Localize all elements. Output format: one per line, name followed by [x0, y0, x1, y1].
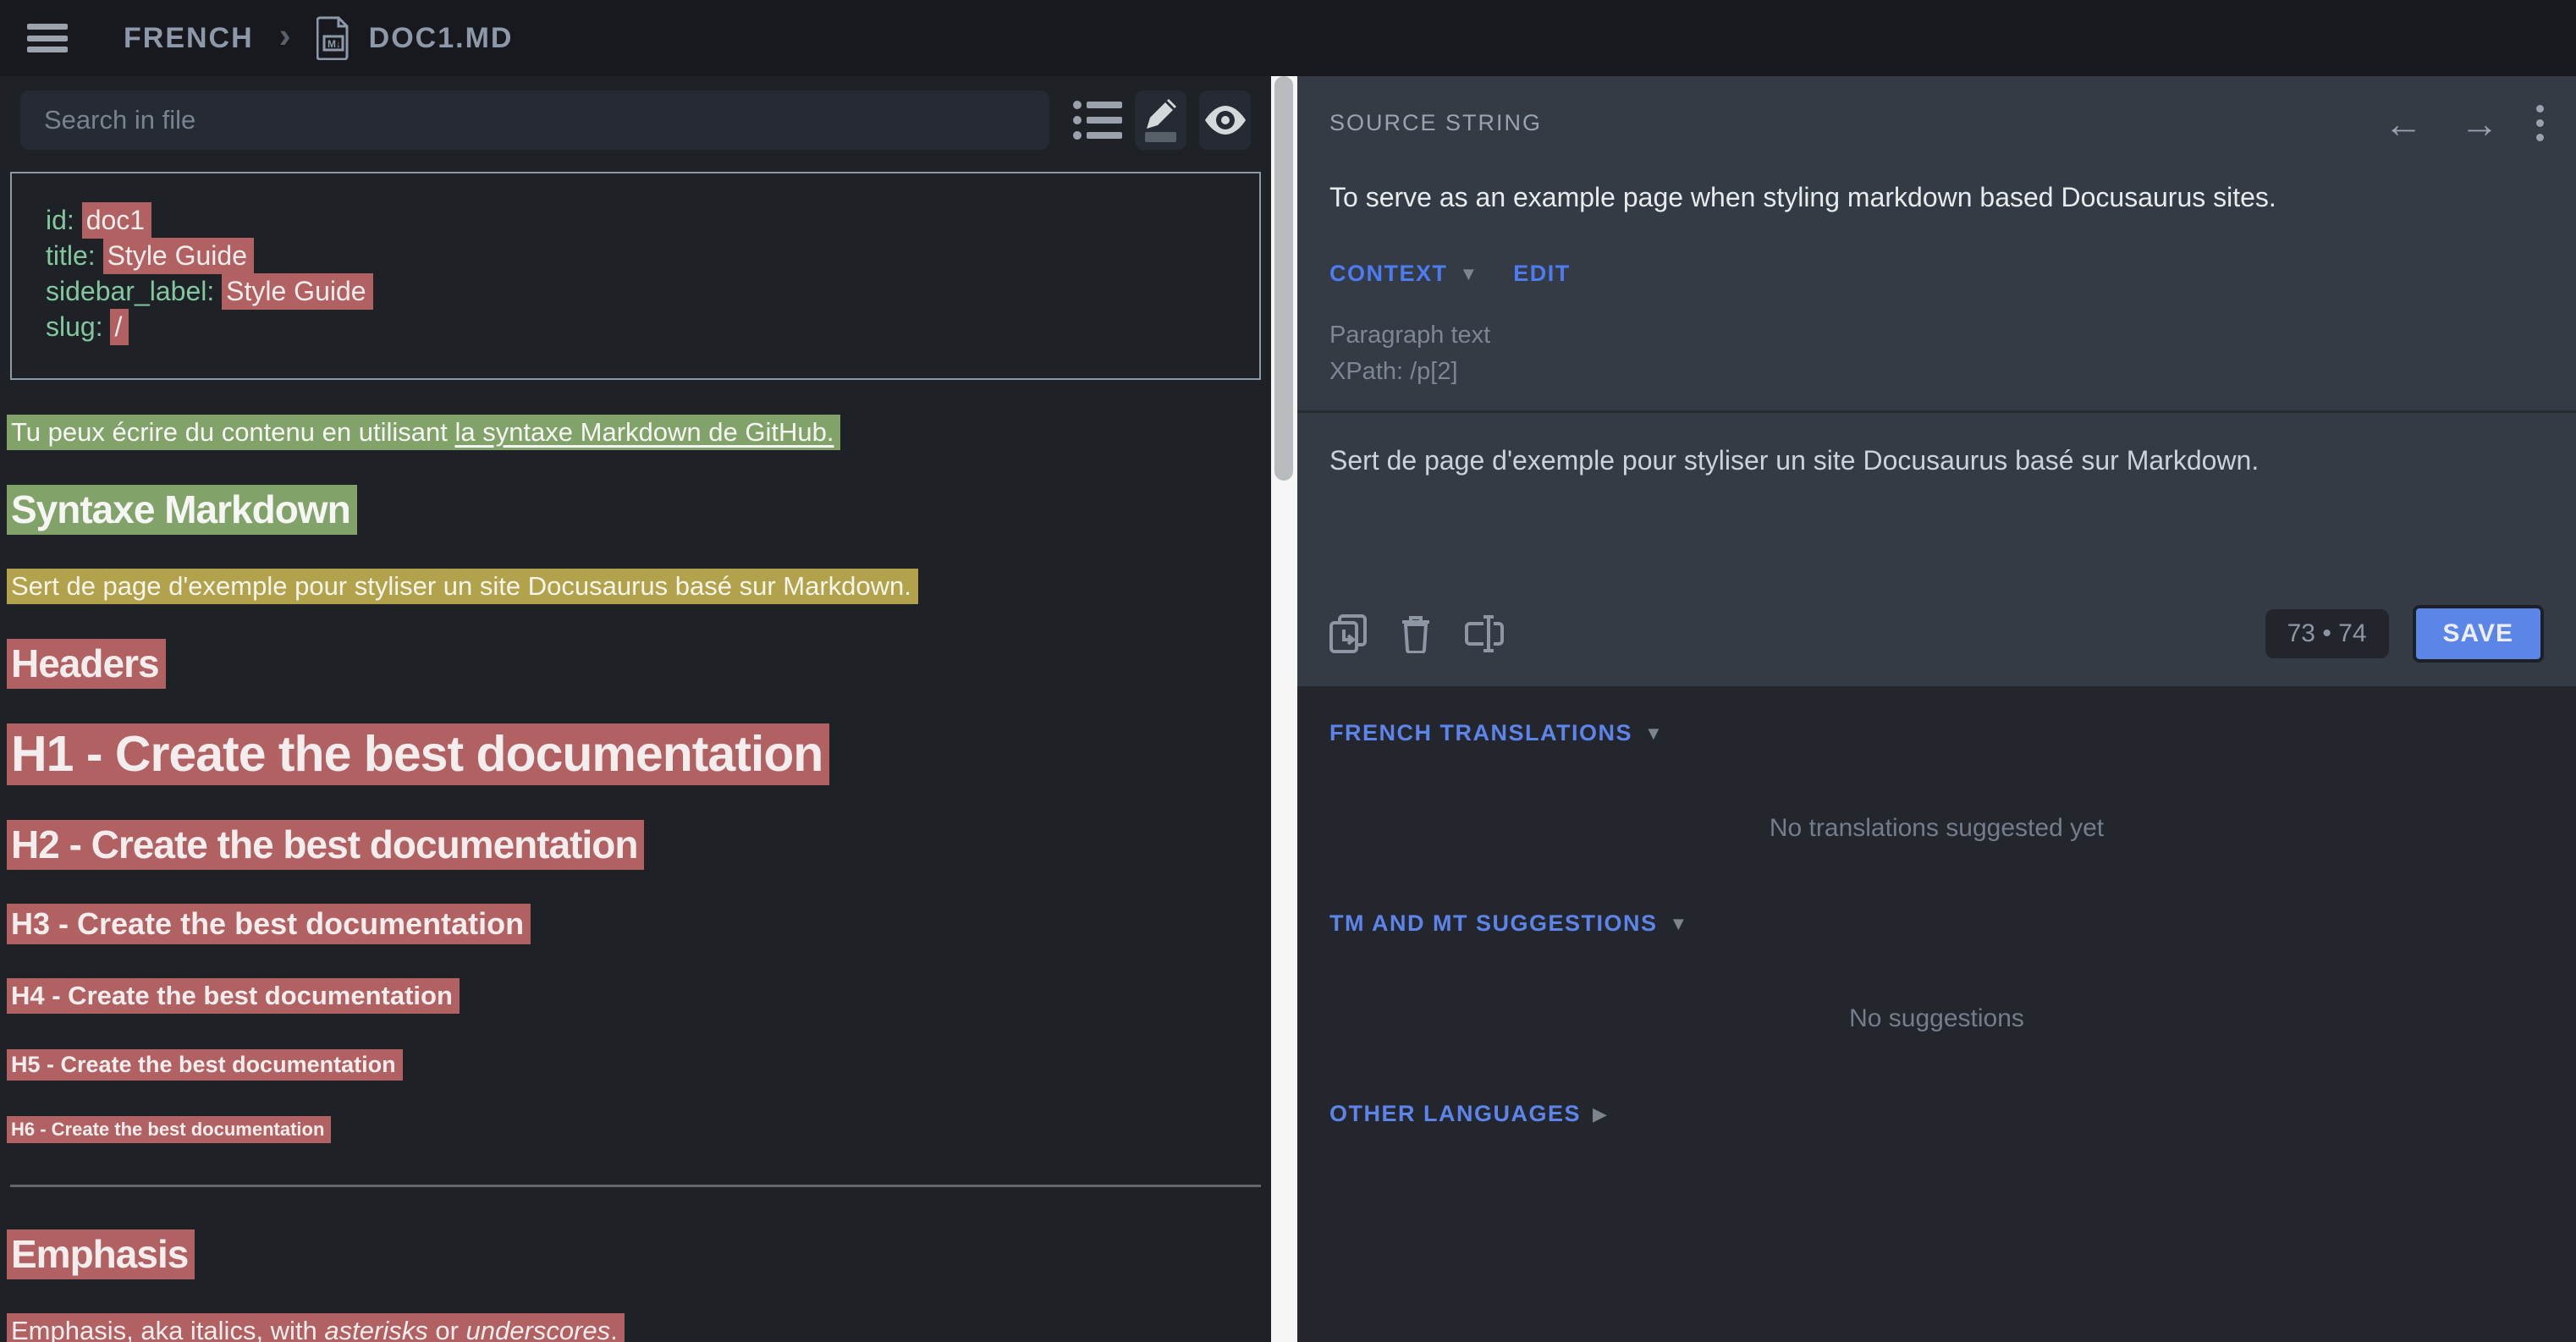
caret-right-icon: ▶	[1593, 1103, 1607, 1125]
french-translations-section[interactable]: FRENCH TRANSLATIONS ▼	[1329, 720, 2544, 746]
preview-mode-button[interactable]	[1199, 91, 1251, 150]
edit-context-link[interactable]: EDIT	[1513, 261, 1571, 287]
delete-translation-icon[interactable]	[1401, 614, 1431, 653]
frontmatter-box: id: doc1title: Style Guidesidebar_label:…	[10, 172, 1261, 380]
context-toggle[interactable]: CONTEXT	[1329, 261, 1448, 287]
breadcrumb: FRENCH › M↓ DOC1.MD	[124, 16, 513, 60]
file-preview-panel: id: doc1title: Style Guidesidebar_label:…	[0, 76, 1271, 1342]
rename-text-icon[interactable]	[1465, 615, 1507, 652]
doc-heading-string[interactable]: H2 - Create the best documentation	[7, 822, 1264, 867]
edit-mode-button[interactable]	[1135, 91, 1186, 150]
doc-paragraph-string[interactable]: Tu peux écrire du contenu en utilisant l…	[7, 417, 1264, 448]
tm-mt-suggestions-section[interactable]: TM AND MT SUGGESTIONS ▼	[1329, 910, 2544, 937]
doc-divider	[10, 1185, 1261, 1187]
doc-heading-string[interactable]: Emphasis	[7, 1231, 1264, 1277]
frontmatter-value-string[interactable]: /	[110, 309, 129, 345]
app-window: FRENCH › M↓ DOC1.MD	[0, 0, 2576, 1342]
document-preview: id: doc1title: Style Guidesidebar_label:…	[0, 150, 1271, 1342]
caret-down-icon: ▼	[1670, 913, 1688, 935]
document-blocks: Tu peux écrire du contenu en utilisant l…	[7, 417, 1264, 1342]
frontmatter-line: sidebar_label: Style Guide	[46, 273, 1225, 309]
doc-heading-string[interactable]: Headers	[7, 641, 1264, 686]
frontmatter-line: slug: /	[46, 309, 1225, 344]
active-tab-indicator	[1145, 132, 1176, 142]
next-string-icon[interactable]: →	[2460, 104, 2499, 143]
doc-heading-string[interactable]: H5 - Create the best documentation	[7, 1052, 1264, 1078]
context-xpath: XPath: /p[2]	[1329, 354, 2544, 390]
frontmatter-value-string[interactable]: Style Guide	[222, 273, 372, 310]
markdown-file-icon: M↓	[316, 16, 350, 60]
main-split: id: doc1title: Style Guidesidebar_label:…	[0, 76, 2576, 1342]
frontmatter-key: title:	[46, 240, 103, 271]
translation-input[interactable]: Sert de page d'exemple pour styliser un …	[1329, 413, 2544, 605]
frontmatter-value-string[interactable]: Style Guide	[103, 238, 254, 274]
copy-source-icon[interactable]	[1329, 614, 1367, 653]
frontmatter-value-string[interactable]: doc1	[82, 202, 151, 239]
chevron-right-icon: ›	[279, 18, 291, 58]
doc-heading-string[interactable]: H3 - Create the best documentation	[7, 906, 1264, 942]
save-button[interactable]: SAVE	[2413, 605, 2544, 663]
breadcrumb-file[interactable]: DOC1.MD	[369, 22, 514, 55]
eye-icon	[1203, 106, 1247, 135]
frontmatter-line: id: doc1	[46, 202, 1225, 238]
scrollbar[interactable]	[1271, 76, 1297, 1342]
translation-editor: Sert de page d'exemple pour styliser un …	[1297, 410, 2576, 686]
frontmatter-key: slug:	[46, 311, 110, 342]
breadcrumb-language[interactable]: FRENCH	[124, 22, 254, 55]
caret-down-icon: ▼	[1460, 263, 1478, 285]
doc-heading-string[interactable]: Syntaxe Markdown	[7, 487, 1264, 532]
frontmatter-key: id:	[46, 205, 82, 235]
caret-down-icon: ▼	[1644, 723, 1663, 745]
source-string-text: To serve as an example page when styling…	[1329, 182, 2544, 213]
doc-heading-string[interactable]: H1 - Create the best documentation	[7, 725, 1264, 783]
other-languages-section[interactable]: OTHER LANGUAGES ▶	[1329, 1101, 2544, 1127]
previous-string-icon[interactable]: ←	[2384, 104, 2423, 143]
char-counter: 73 • 74	[2265, 609, 2389, 658]
string-list-icon[interactable]	[1073, 98, 1122, 142]
search-input[interactable]	[20, 91, 1049, 150]
tm-mt-suggestions-empty: No suggestions	[1329, 1004, 2544, 1033]
more-options-icon[interactable]	[2536, 102, 2544, 145]
source-string-card: SOURCE STRING ← → To serve as an example…	[1297, 76, 2576, 410]
french-translations-empty: No translations suggested yet	[1329, 814, 2544, 843]
file-toolbar	[0, 91, 1271, 150]
translation-panel: SOURCE STRING ← → To serve as an example…	[1297, 76, 2576, 1342]
doc-heading-string[interactable]: H4 - Create the best documentation	[7, 981, 1264, 1011]
doc-heading-string[interactable]: H6 - Create the best documentation	[7, 1119, 1264, 1141]
context-type: Paragraph text	[1329, 317, 2544, 354]
frontmatter-key: sidebar_label:	[46, 276, 222, 306]
source-string-title: SOURCE STRING	[1329, 110, 1542, 136]
pencil-icon	[1145, 98, 1177, 130]
topbar: FRENCH › M↓ DOC1.MD	[0, 0, 2576, 76]
translation-toolbar: 73 • 74 SAVE	[1329, 605, 2544, 686]
scrollbar-thumb[interactable]	[1274, 76, 1293, 481]
doc-paragraph-string[interactable]: Sert de page d'exemple pour styliser un …	[7, 571, 1264, 602]
suggestions-area: FRENCH TRANSLATIONS ▼ No translations su…	[1297, 686, 2576, 1342]
frontmatter-line: title: Style Guide	[46, 238, 1225, 273]
svg-text:M↓: M↓	[328, 38, 341, 50]
doc-paragraph-string[interactable]: Emphasis, aka italics, with asterisks or…	[7, 1316, 1264, 1342]
menu-icon[interactable]	[27, 24, 68, 52]
